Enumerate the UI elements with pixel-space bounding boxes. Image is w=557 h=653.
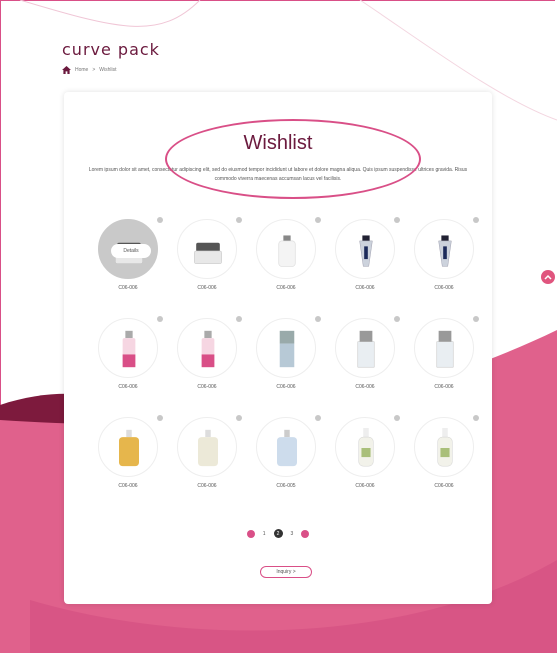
remove-dot-icon[interactable] xyxy=(473,316,479,322)
product-image xyxy=(438,235,452,267)
remove-dot-icon[interactable] xyxy=(473,217,479,223)
remove-dot-icon[interactable] xyxy=(473,415,479,421)
product-thumbnail[interactable]: Details xyxy=(98,219,158,279)
product-code: C06-006 xyxy=(197,384,217,390)
product-code: C06-006 xyxy=(434,285,454,291)
product-code: C06-006 xyxy=(276,285,296,291)
product-thumbnail[interactable] xyxy=(335,318,395,378)
product-item[interactable]: C06-006 xyxy=(332,415,402,495)
product-code: C06-006 xyxy=(355,483,375,489)
product-image xyxy=(359,235,373,267)
product-item[interactable]: C06-006 xyxy=(411,415,481,495)
product-image xyxy=(279,330,295,368)
product-item[interactable]: C06-006 xyxy=(411,316,481,396)
product-item[interactable]: Details C06-006 xyxy=(95,217,165,297)
product-code: C06-006 xyxy=(434,384,454,390)
product-item[interactable]: C06-006 xyxy=(174,217,244,297)
chevron-up-icon xyxy=(544,274,552,280)
product-image xyxy=(201,330,215,368)
remove-dot-icon[interactable] xyxy=(394,217,400,223)
product-image xyxy=(278,235,296,267)
remove-dot-icon[interactable] xyxy=(315,316,321,322)
remove-dot-icon[interactable] xyxy=(394,415,400,421)
product-item[interactable]: C06-006 xyxy=(253,316,323,396)
details-button[interactable]: Details xyxy=(111,244,151,258)
product-item[interactable]: C06-006 xyxy=(332,217,402,297)
product-code: C06-006 xyxy=(355,285,375,291)
product-code: C06-006 xyxy=(118,285,138,291)
product-item[interactable]: C06-006 xyxy=(174,415,244,495)
product-image xyxy=(357,330,375,368)
remove-dot-icon[interactable] xyxy=(236,316,242,322)
product-image xyxy=(437,428,453,467)
product-thumbnail[interactable] xyxy=(177,417,237,477)
product-item[interactable]: C06-005 xyxy=(253,415,323,495)
breadcrumb-home[interactable]: Home xyxy=(75,67,88,73)
next-page-button[interactable] xyxy=(301,529,310,538)
product-thumbnail[interactable] xyxy=(98,417,158,477)
remove-dot-icon[interactable] xyxy=(394,316,400,322)
product-code: C06-006 xyxy=(197,285,217,291)
product-code: C06-006 xyxy=(197,483,217,489)
product-code: C06-006 xyxy=(434,483,454,489)
product-code: C06-006 xyxy=(276,384,296,390)
page-3[interactable]: 3 xyxy=(291,531,294,537)
remove-dot-icon[interactable] xyxy=(157,415,163,421)
product-item[interactable]: C06-006 xyxy=(411,217,481,297)
product-image xyxy=(277,429,297,467)
page-1[interactable]: 1 xyxy=(263,531,266,537)
product-thumbnail[interactable] xyxy=(177,219,237,279)
inquiry-button[interactable]: Inquiry > xyxy=(260,566,312,578)
product-item[interactable]: C06-006 xyxy=(95,415,165,495)
breadcrumb: Home > Wishlist xyxy=(62,66,117,74)
product-image xyxy=(194,242,222,264)
remove-dot-icon[interactable] xyxy=(236,415,242,421)
product-thumbnail[interactable] xyxy=(335,417,395,477)
remove-dot-icon[interactable] xyxy=(157,316,163,322)
product-item[interactable]: C06-006 xyxy=(95,316,165,396)
remove-dot-icon[interactable] xyxy=(236,217,242,223)
product-code: C06-005 xyxy=(276,483,296,489)
breadcrumb-current: Wishlist xyxy=(99,67,117,73)
product-item[interactable]: C06-006 xyxy=(253,217,323,297)
product-thumbnail[interactable] xyxy=(256,219,316,279)
product-thumbnail[interactable] xyxy=(177,318,237,378)
product-item[interactable]: C06-006 xyxy=(174,316,244,396)
product-code: C06-006 xyxy=(355,384,375,390)
wishlist-card: Wishlist Lorem ipsum dolor sit amet, con… xyxy=(64,92,492,604)
product-thumbnail[interactable] xyxy=(414,417,474,477)
product-code: C06-006 xyxy=(118,384,138,390)
page-2-current[interactable]: 2 xyxy=(273,529,283,538)
remove-dot-icon[interactable] xyxy=(315,217,321,223)
product-code: C06-006 xyxy=(118,483,138,489)
product-thumbnail[interactable] xyxy=(98,318,158,378)
product-thumbnail[interactable] xyxy=(256,417,316,477)
breadcrumb-separator: > xyxy=(92,67,96,73)
highlight-ellipse xyxy=(165,119,421,199)
remove-dot-icon[interactable] xyxy=(157,217,163,223)
product-image xyxy=(119,429,139,467)
scroll-top-button[interactable] xyxy=(541,270,555,284)
product-thumbnail[interactable] xyxy=(256,318,316,378)
pagination: 1 2 3 xyxy=(64,529,492,538)
product-thumbnail[interactable] xyxy=(414,219,474,279)
brand-logo[interactable]: curve pack xyxy=(62,40,160,59)
prev-page-button[interactable] xyxy=(246,529,255,538)
product-image xyxy=(358,428,374,467)
product-image xyxy=(436,330,454,368)
product-thumbnail[interactable] xyxy=(414,318,474,378)
product-image xyxy=(122,330,136,368)
home-icon[interactable] xyxy=(62,66,71,74)
product-item[interactable]: C06-006 xyxy=(332,316,402,396)
remove-dot-icon[interactable] xyxy=(315,415,321,421)
product-thumbnail[interactable] xyxy=(335,219,395,279)
product-image xyxy=(198,429,218,467)
